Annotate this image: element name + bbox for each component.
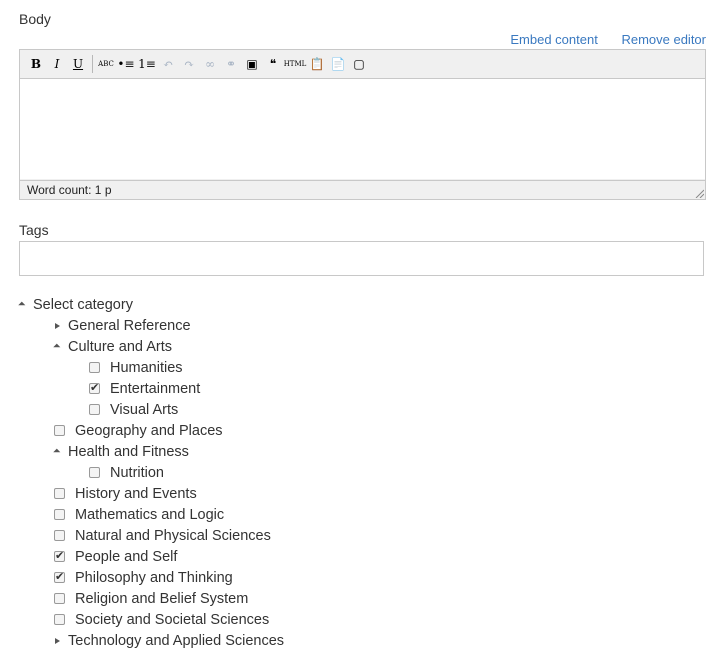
category-title: Select category [33,296,133,313]
category-label: Humanities [110,359,183,376]
body-label: Body [19,11,51,27]
link-button[interactable]: ∞ [200,54,220,74]
category-item[interactable]: Technology and Applied Sciences [55,630,284,651]
category-item[interactable]: Visual Arts [89,399,178,420]
category-item[interactable]: People and Self [54,546,177,567]
image-button[interactable]: ▣ [242,54,262,74]
category-label: General Reference [68,317,191,334]
category-item[interactable]: Humanities [89,357,183,378]
expanded-arrow-icon[interactable] [53,448,61,456]
category-checkbox[interactable] [54,549,65,562]
collapsed-arrow-icon[interactable] [55,637,60,644]
category-item[interactable]: Geography and Places [54,420,223,441]
undo-button[interactable]: ↶ [158,54,178,74]
category-label: Religion and Belief System [75,590,249,607]
category-label: Health and Fitness [68,443,189,460]
expanded-arrow-icon[interactable] [53,343,61,351]
category-label: Technology and Applied Sciences [68,632,285,649]
category-label: Geography and Places [75,422,223,439]
toolbar-separator [92,55,93,73]
category-item[interactable]: Natural and Physical Sciences [54,525,271,546]
collapsed-arrow-icon[interactable] [55,322,60,329]
redo-button[interactable]: ↷ [179,54,199,74]
category-item[interactable]: History and Events [54,483,197,504]
category-checkbox[interactable] [54,614,65,625]
category-checkbox[interactable] [89,362,100,373]
category-label: Culture and Arts [68,338,172,355]
bulleted-list-button[interactable]: •≡ [116,54,136,74]
category-label: People and Self [75,548,178,565]
paste-word-button[interactable]: 📄 [328,54,348,74]
category-item[interactable]: General Reference [55,315,191,336]
category-checkbox[interactable] [54,488,65,499]
editor-statusbar: Word count: 1 p [20,180,705,199]
unlink-button[interactable]: ⚭ [221,54,241,74]
category-checkbox[interactable] [54,530,65,541]
category-checkbox[interactable] [89,467,100,478]
remove-editor-link[interactable]: Remove editor [621,32,706,47]
category-checkbox[interactable] [54,570,65,583]
expanded-arrow-icon[interactable] [18,301,26,309]
tags-label: Tags [19,222,49,238]
italic-button[interactable]: I [47,54,67,74]
blockquote-button[interactable]: ❝ [263,54,283,74]
category-label: Natural and Physical Sciences [75,527,271,544]
category-label: Mathematics and Logic [75,506,225,523]
category-checkbox[interactable] [54,593,65,604]
html-button[interactable]: HTML [284,54,307,74]
category-label: Philosophy and Thinking [75,569,233,586]
bold-button[interactable]: B [26,54,46,74]
category-label: Entertainment [110,380,201,397]
category-item[interactable]: Religion and Belief System [54,588,248,609]
category-item[interactable]: Society and Societal Sciences [54,609,269,630]
category-item[interactable]: Philosophy and Thinking [54,567,233,588]
category-item[interactable]: Nutrition [89,462,164,483]
embed-content-link[interactable]: Embed content [510,32,597,47]
category-item[interactable]: Culture and Arts [53,336,172,357]
editor-toolbar: B I U ABC •≡ 1≡ ↶ ↷ ∞ ⚭ ▣ ❝ HTML 📋 📄 ▢ [20,50,705,79]
tags-input[interactable] [19,241,704,276]
category-item[interactable]: Mathematics and Logic [54,504,224,525]
category-label: Nutrition [110,464,164,481]
category-label: Visual Arts [110,401,179,418]
category-checkbox[interactable] [89,381,100,394]
category-item[interactable]: Health and Fitness [53,441,189,462]
spellcheck-button[interactable]: ABC [97,54,115,74]
rich-text-editor: B I U ABC •≡ 1≡ ↶ ↷ ∞ ⚭ ▣ ❝ HTML 📋 📄 ▢ Word count: 1 p [19,49,706,200]
category-label: Society and Societal Sciences [75,611,270,628]
resize-handle-icon[interactable] [695,189,704,198]
editor-links: Embed content Remove editor [490,32,706,47]
editor-body-area[interactable] [20,79,705,179]
category-checkbox[interactable] [54,509,65,520]
category-label: History and Events [75,485,197,502]
underline-button[interactable]: U [68,54,88,74]
fullscreen-button[interactable]: ▢ [349,54,369,74]
category-checkbox[interactable] [89,404,100,415]
numbered-list-button[interactable]: 1≡ [137,54,157,74]
category-item[interactable]: Entertainment [89,378,200,399]
category-checkbox[interactable] [54,425,65,436]
category-tree-root[interactable]: Select category [18,294,133,315]
paste-text-button[interactable]: 📋 [307,54,327,74]
